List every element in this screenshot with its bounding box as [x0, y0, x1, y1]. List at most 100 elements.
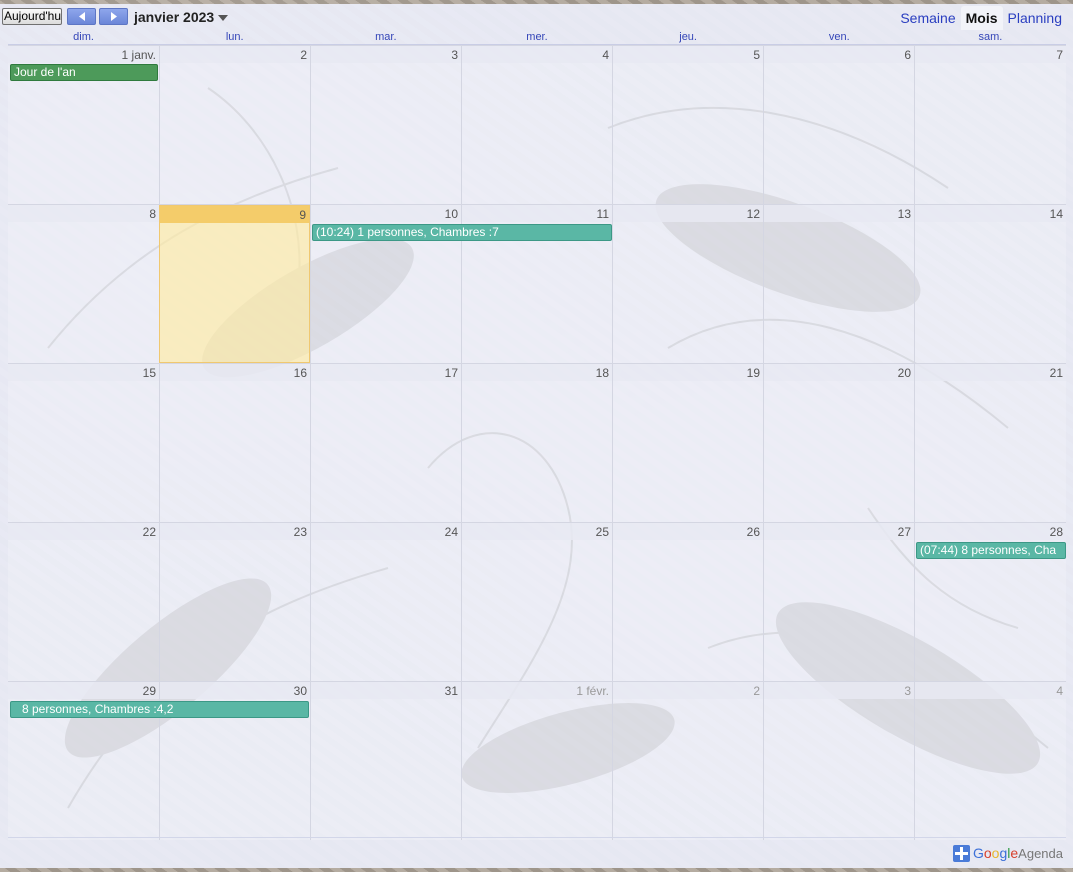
month-title: janvier 2023 [134, 9, 215, 25]
day-cell-next-month[interactable]: 2 [612, 682, 763, 840]
add-plus-icon [952, 844, 970, 862]
day-number[interactable]: 19 [613, 364, 763, 381]
day-number[interactable]: 17 [311, 364, 461, 381]
tab-week[interactable]: Semaine [895, 6, 960, 30]
week-row: 15 16 17 18 19 20 21 [8, 363, 1066, 522]
day-number[interactable]: 5 [613, 46, 763, 63]
event-booking[interactable]: (10:24) 1 personnes, Chambres :7 [312, 224, 612, 241]
day-number[interactable]: 4 [915, 682, 1066, 699]
prev-arrow-icon [79, 12, 85, 21]
day-cell[interactable]: 18 [461, 364, 612, 522]
day-number[interactable]: 11 [462, 205, 612, 222]
day-number[interactable]: 30 [160, 682, 310, 699]
day-number[interactable]: 1 févr. [462, 682, 612, 699]
day-number[interactable]: 31 [311, 682, 461, 699]
day-cell[interactable]: 6 [763, 46, 914, 204]
day-cell[interactable]: 25 [461, 523, 612, 681]
day-cell[interactable]: 12 [612, 205, 763, 363]
day-cell-next-month[interactable]: 3 [763, 682, 914, 840]
event-continuation-label: 8 personnes, Chambres :4,2 [22, 702, 174, 716]
day-number[interactable]: 1 janv. [8, 46, 159, 63]
weekday-label: mer. [526, 31, 548, 43]
weekday-label: sam. [978, 31, 1003, 43]
day-number[interactable]: 21 [915, 364, 1066, 381]
day-cell[interactable]: 4 [461, 46, 612, 204]
day-cell[interactable]: 14 [914, 205, 1066, 363]
day-number[interactable]: 28 [915, 523, 1066, 540]
day-cell-next-month[interactable]: 1 févr. [461, 682, 612, 840]
day-number[interactable]: 6 [764, 46, 914, 63]
day-number[interactable]: 25 [462, 523, 612, 540]
event-new-year[interactable]: Jour de l'an [10, 64, 158, 81]
week-row: 1 janv. 2 3 4 5 6 7 Jour de l'an [8, 45, 1066, 204]
day-number[interactable]: 3 [764, 682, 914, 699]
weekday-label: mar. [375, 31, 397, 43]
weekday-label: ven. [828, 31, 850, 43]
day-number[interactable]: 12 [613, 205, 763, 222]
day-number[interactable]: 24 [311, 523, 461, 540]
agenda-label: Agenda [1018, 845, 1063, 861]
next-month-button[interactable] [99, 8, 128, 25]
day-number[interactable]: 3 [311, 46, 461, 63]
today-button[interactable]: Aujourd'hui [2, 8, 62, 25]
calendar-widget: Aujourd'hui janvier 2023 Semaine Mois Pl… [0, 4, 1073, 868]
tab-agenda[interactable]: Planning [1003, 6, 1068, 30]
day-cell[interactable]: 20 [763, 364, 914, 522]
day-cell[interactable]: 22 [8, 523, 159, 681]
day-cell[interactable]: 8 [8, 205, 159, 363]
day-number[interactable]: 14 [915, 205, 1066, 222]
google-logo-text: Google [972, 845, 1019, 861]
day-cell[interactable]: 26 [612, 523, 763, 681]
week-row: 22 23 24 25 26 27 28 (07:44) 8 personnes… [8, 522, 1066, 681]
day-number[interactable]: 10 [311, 205, 461, 222]
day-number[interactable]: 26 [613, 523, 763, 540]
weekday-label: dim. [73, 31, 94, 43]
week-row: 29 30 31 1 févr. 2 3 4 8 personnes, Cham… [8, 681, 1066, 840]
weekday-header: dim. lun. mar. mer. jeu. ven. sam. [8, 31, 1066, 45]
day-cell[interactable]: 16 [159, 364, 310, 522]
month-grid: 1 janv. 2 3 4 5 6 7 Jour de l'an 8 9 10 … [8, 44, 1066, 840]
event-booking[interactable]: (07:44) 8 personnes, Cha [916, 542, 1066, 559]
day-cell[interactable]: 2 [159, 46, 310, 204]
weekday-label: lun. [225, 31, 244, 43]
day-cell[interactable]: 19 [612, 364, 763, 522]
week-row: 8 9 10 11 12 13 14 (10:24) 1 personnes, … [8, 204, 1066, 363]
day-number[interactable]: 7 [915, 46, 1066, 63]
calendar-toolbar: Aujourd'hui janvier 2023 Semaine Mois Pl… [0, 4, 1073, 30]
day-cell[interactable]: 31 [310, 682, 461, 840]
day-number[interactable]: 23 [160, 523, 310, 540]
day-number[interactable]: 16 [160, 364, 310, 381]
view-tabs: Semaine Mois Planning [895, 6, 1067, 30]
day-cell[interactable]: 13 [763, 205, 914, 363]
day-number[interactable]: 9 [160, 206, 309, 223]
google-agenda-button[interactable]: Google Agenda [952, 843, 1063, 863]
next-arrow-icon [111, 12, 117, 21]
day-cell[interactable]: 17 [310, 364, 461, 522]
day-cell-next-month[interactable]: 4 [914, 682, 1066, 840]
day-cell[interactable]: 27 [763, 523, 914, 681]
day-number[interactable]: 8 [8, 205, 159, 222]
day-number[interactable]: 2 [613, 682, 763, 699]
day-cell[interactable]: 7 [914, 46, 1066, 204]
day-number[interactable]: 2 [160, 46, 310, 63]
day-cell-today[interactable]: 9 [159, 205, 310, 363]
day-cell[interactable]: 15 [8, 364, 159, 522]
day-number[interactable]: 29 [8, 682, 159, 699]
tab-month[interactable]: Mois [960, 6, 1003, 30]
dropdown-caret-icon[interactable] [218, 15, 228, 21]
day-number[interactable]: 20 [764, 364, 914, 381]
weekday-label: jeu. [679, 31, 697, 43]
previous-month-button[interactable] [67, 8, 96, 25]
day-cell[interactable]: 3 [310, 46, 461, 204]
day-number[interactable]: 15 [8, 364, 159, 381]
day-cell[interactable]: 24 [310, 523, 461, 681]
day-number[interactable]: 4 [462, 46, 612, 63]
event-booking-continued[interactable]: 8 personnes, Chambres :4,2 [10, 701, 309, 718]
day-number[interactable]: 22 [8, 523, 159, 540]
day-number[interactable]: 27 [764, 523, 914, 540]
day-cell[interactable]: 23 [159, 523, 310, 681]
day-number[interactable]: 13 [764, 205, 914, 222]
day-number[interactable]: 18 [462, 364, 612, 381]
day-cell[interactable]: 5 [612, 46, 763, 204]
day-cell[interactable]: 21 [914, 364, 1066, 522]
